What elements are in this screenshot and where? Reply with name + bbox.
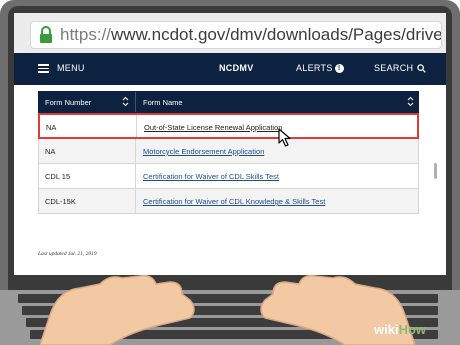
form-name-link[interactable]: Out-of-State License Renewal Application — [144, 123, 282, 132]
form-number-cell: CDL 15 — [45, 172, 71, 181]
alerts-button[interactable]: ALERTS ! — [296, 63, 344, 73]
form-number-cell: NA — [46, 123, 57, 132]
page-scrollbar[interactable] — [434, 163, 437, 179]
hamburger-icon — [38, 64, 49, 73]
mouse-cursor-icon — [278, 128, 291, 147]
alerts-label: ALERTS — [296, 63, 333, 73]
cell-divider — [136, 115, 137, 137]
watermark-wiki: wiki — [374, 322, 399, 337]
table-header: Form Number Form Name — [38, 91, 419, 113]
cell-divider — [135, 189, 136, 213]
menu-button[interactable]: MENU — [38, 63, 85, 73]
url-path: www.ncdot.gov/dmv/downloads/Pages/driver… — [111, 25, 442, 44]
form-number-cell: NA — [45, 147, 56, 156]
lock-icon — [40, 26, 52, 43]
form-name-link[interactable]: Certification for Waiver of CDL Knowledg… — [143, 197, 325, 206]
site-navbar: MENU NCDMV ALERTS ! SEARCH — [14, 53, 446, 85]
cell-divider — [135, 139, 136, 163]
table-row: NA Motorcycle Endorsement Application — [38, 139, 419, 164]
address-bar: https://www.ncdot.gov/dmv/downloads/Page… — [14, 13, 446, 54]
site-brand[interactable]: NCDMV — [219, 63, 254, 73]
sort-icon[interactable] — [407, 96, 414, 107]
watermark-how: How — [398, 322, 427, 337]
cell-divider — [135, 164, 136, 188]
wikihow-watermark: wikiHow — [374, 322, 454, 342]
col-header-form-number[interactable]: Form Number — [45, 98, 91, 107]
table-row: CDL 15 Certification for Waiver of CDL S… — [38, 164, 419, 189]
left-hand-icon — [40, 274, 195, 345]
url-protocol: https:// — [60, 25, 112, 44]
form-name-link[interactable]: Certification for Waiver of CDL Skills T… — [143, 172, 279, 181]
col-header-form-name[interactable]: Form Name — [143, 98, 183, 107]
forms-table: Form Number Form Name NA Out-of-State Li… — [38, 91, 419, 214]
form-number-cell: CDL-15K — [45, 197, 76, 206]
menu-label: MENU — [57, 63, 85, 73]
sort-icon[interactable] — [122, 96, 129, 107]
table-row: CDL-15K Certification for Waiver of CDL … — [38, 189, 419, 214]
url-field[interactable]: https://www.ncdot.gov/dmv/downloads/Page… — [30, 21, 442, 49]
search-label: SEARCH — [374, 63, 414, 73]
search-button[interactable]: SEARCH — [374, 63, 427, 73]
url-text: https://www.ncdot.gov/dmv/downloads/Page… — [60, 25, 442, 45]
last-updated-text: Last updated Jul. 21, 2019 — [38, 251, 97, 257]
search-icon — [417, 63, 427, 73]
table-row: NA Out-of-State License Renewal Applicat… — [38, 113, 419, 139]
browser-screen: https://www.ncdot.gov/dmv/downloads/Page… — [14, 13, 446, 275]
header-divider — [135, 92, 136, 112]
alerts-badge: ! — [334, 63, 344, 73]
form-name-link[interactable]: Motorcycle Endorsement Application — [143, 147, 264, 156]
